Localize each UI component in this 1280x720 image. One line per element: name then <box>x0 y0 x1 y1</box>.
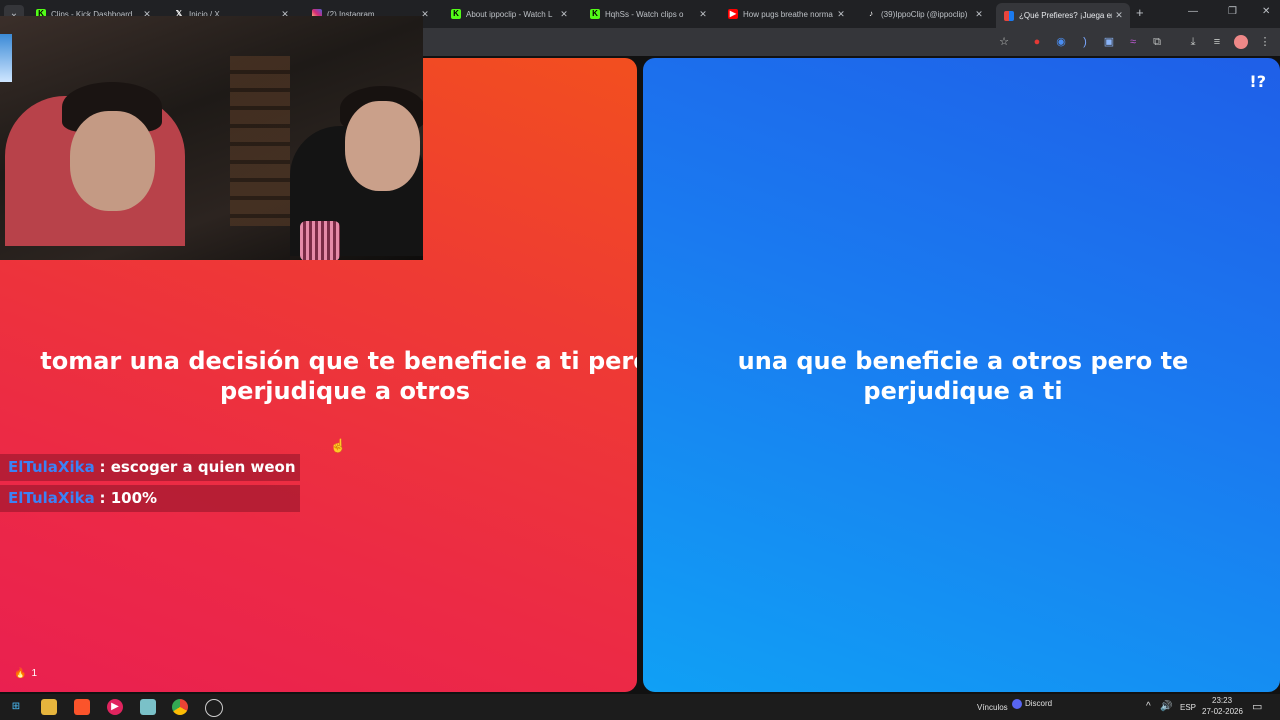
discord-icon <box>1012 699 1022 709</box>
tab-title: How pugs breathe norma <box>743 9 833 19</box>
webcam-side-thumbnail <box>0 34 12 82</box>
flame-icon: 🔥 <box>14 668 27 679</box>
close-icon[interactable]: ✕ <box>972 9 986 20</box>
chat-username: ElTulaXika <box>8 489 95 507</box>
chat-username: ElTulaXika <box>8 458 95 476</box>
close-icon[interactable]: ✕ <box>696 9 710 20</box>
chat-message: ElTulaXika : 100% <box>0 485 300 512</box>
clock-date[interactable]: 27-02-2026 <box>1202 707 1243 716</box>
likes-counter[interactable]: 🔥 1 <box>14 668 37 679</box>
extensions-puzzle-icon[interactable]: ⧉ <box>1150 35 1164 49</box>
game-page: tomar una decisión que te beneficie a ti… <box>0 16 1280 694</box>
kick-icon: K <box>590 9 600 19</box>
profile-avatar[interactable] <box>1234 35 1248 49</box>
language-indicator[interactable]: ESP <box>1180 703 1196 712</box>
chat-text: : escoger a quien weon <box>99 458 296 476</box>
windows-start-icon[interactable]: ⊞ <box>8 699 24 715</box>
translate-icon[interactable]: ▣ <box>1102 35 1116 49</box>
media-player-icon[interactable]: ▶ <box>107 699 123 715</box>
brave-browser-icon[interactable] <box>74 699 90 715</box>
tab-youtube-pugs[interactable]: ▶ How pugs breathe norma ✕ <box>720 3 852 25</box>
extension-purple-icon[interactable]: ≈ <box>1126 35 1140 49</box>
discord-label[interactable]: Discord <box>1025 699 1052 708</box>
kick-icon: K <box>451 9 461 19</box>
option-b-text: una que beneficie a otros pero te perjud… <box>737 347 1189 405</box>
webcam-person-left-head <box>70 111 155 211</box>
obs-icon[interactable] <box>205 699 223 717</box>
webcam-overlay <box>0 16 423 260</box>
webcam-stairs <box>230 56 290 226</box>
notepad-icon[interactable] <box>140 699 156 715</box>
close-window-icon[interactable]: ✕ <box>1262 6 1270 17</box>
chat-message: ElTulaXika : escoger a quien weon <box>0 454 300 481</box>
media-control-icon[interactable]: ≡ <box>1210 35 1224 49</box>
tab-que-prefieres[interactable]: ¿Qué Prefieres? ¡Juega en ✕ <box>996 3 1130 28</box>
option-b-panel[interactable]: !? una que beneficie a otros pero te per… <box>643 58 1280 692</box>
restore-icon[interactable]: ❐ <box>1228 6 1237 17</box>
links-label[interactable]: Vínculos <box>977 703 1008 712</box>
site-logo[interactable]: !? <box>1249 72 1266 91</box>
download-icon[interactable]: ⤓ <box>1186 35 1200 49</box>
extension-blue-icon[interactable]: ◉ <box>1054 35 1068 49</box>
likes-count: 1 <box>31 668 38 679</box>
tray-chevron-icon[interactable]: ^ <box>1146 701 1151 712</box>
option-a-text: tomar una decisión que te beneficie a ti… <box>40 347 637 405</box>
tab-tiktok[interactable]: ♪ (39)IppoClip (@ippoclip) ✕ <box>858 3 990 25</box>
extension-red-icon[interactable]: ● <box>1030 35 1044 49</box>
youtube-icon: ▶ <box>728 9 738 19</box>
tab-title: About ippoclip - Watch L <box>466 9 553 19</box>
chat-text: : 100% <box>99 489 158 507</box>
volume-icon[interactable]: 🔊 <box>1160 701 1172 712</box>
more-menu-icon[interactable]: ⋮ <box>1258 35 1272 49</box>
extension-audio-icon[interactable]: ) <box>1078 35 1092 49</box>
tab-title: HqhSs - Watch clips o <box>605 9 684 19</box>
webcam-person-right-head <box>345 101 420 191</box>
tiktok-icon: ♪ <box>869 9 873 18</box>
close-icon[interactable]: ✕ <box>1112 10 1126 21</box>
chat-overlay: ElTulaXika : escoger a quien weon ElTula… <box>0 454 300 516</box>
webcam-microphone <box>300 221 340 260</box>
close-icon[interactable]: ✕ <box>834 9 848 20</box>
minimize-icon[interactable]: — <box>1188 6 1198 17</box>
notification-icon[interactable]: ▭ <box>1252 700 1262 713</box>
hand-cursor-icon: ☝ <box>330 438 347 453</box>
windows-taskbar: ⊞ ▶ Vínculos Discord ^ 🔊 ESP 23:23 27-02… <box>0 694 1280 720</box>
tab-about-ippoclip[interactable]: K About ippoclip - Watch L ✕ <box>443 3 575 25</box>
clock-time[interactable]: 23:23 <box>1212 696 1232 705</box>
tab-title: ¿Qué Prefieres? ¡Juega en <box>1019 11 1112 20</box>
quiz-icon <box>1004 10 1014 21</box>
tab-hqhss[interactable]: K HqhSs - Watch clips o ✕ <box>582 3 714 25</box>
file-explorer-icon[interactable] <box>41 699 57 715</box>
tab-title: (39)IppoClip (@ippoclip) <box>881 9 968 19</box>
new-tab-button[interactable]: + <box>1136 5 1144 20</box>
bookmark-star-icon[interactable]: ☆ <box>997 35 1011 49</box>
chrome-icon[interactable] <box>172 699 188 715</box>
close-icon[interactable]: ✕ <box>557 9 571 20</box>
